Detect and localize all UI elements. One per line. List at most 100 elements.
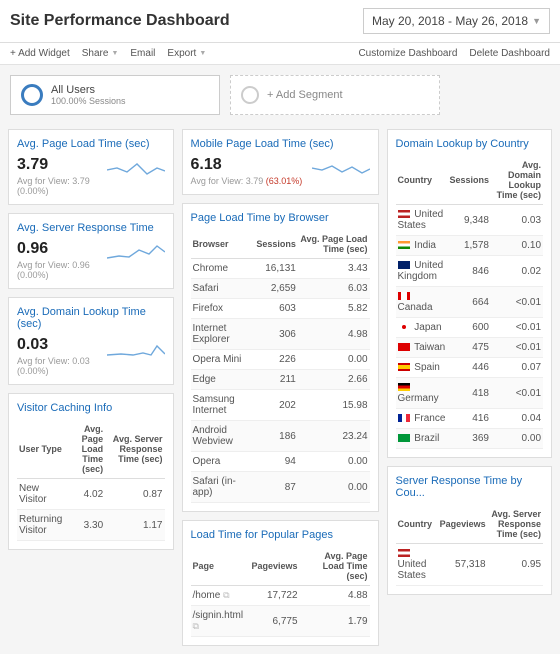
table-row[interactable]: Safari (in-app)870.00	[191, 472, 370, 503]
table-cell: 1,578	[447, 236, 491, 256]
table-cell: 0.00	[298, 472, 370, 503]
flag-icon	[398, 210, 410, 218]
table-cell: 0.03	[491, 205, 543, 236]
table-cell: 186	[254, 421, 298, 452]
table-cell: Opera	[191, 452, 255, 472]
table-row[interactable]: Japan600<0.01	[396, 318, 544, 338]
flag-icon	[398, 549, 410, 557]
col-header[interactable]: Sessions	[447, 156, 491, 205]
table-row[interactable]: Android Webview18623.24	[191, 421, 370, 452]
widget-title[interactable]: Avg. Server Response Time	[17, 222, 165, 234]
col-header[interactable]: Country	[396, 505, 438, 544]
table-cell: 0.00	[298, 350, 370, 370]
table-cell: France	[396, 409, 448, 429]
table-cell: Spain	[396, 358, 448, 378]
col-header[interactable]: Browser	[191, 230, 255, 259]
col-header[interactable]: Pageviews	[250, 547, 300, 586]
table-row[interactable]: Samsung Internet20215.98	[191, 390, 370, 421]
add-segment-button[interactable]: + Add Segment	[230, 75, 440, 115]
widget-title[interactable]: Page Load Time by Browser	[191, 212, 370, 224]
export-button[interactable]: Export▼	[167, 48, 206, 59]
table-row[interactable]: United States9,3480.03	[396, 205, 544, 236]
col-header[interactable]: Page	[191, 547, 250, 586]
table-cell: 3.43	[298, 259, 370, 279]
kpi-subtext: Avg for View: 3.79 (0.00%)	[17, 176, 165, 196]
table-cell: <0.01	[491, 287, 543, 318]
table-cell: New Visitor	[17, 479, 68, 510]
table-cell: 2.66	[298, 370, 370, 390]
share-button[interactable]: Share▼	[82, 48, 119, 59]
col-header[interactable]: Avg. Domain Lookup Time (sec)	[491, 156, 543, 205]
table-cell: 0.95	[488, 544, 543, 586]
table-cell: Samsung Internet	[191, 390, 255, 421]
table-cell: United States	[396, 205, 448, 236]
widget-title[interactable]: Server Response Time by Cou...	[396, 475, 544, 499]
table-cell: 57,318	[438, 544, 488, 586]
widget-title[interactable]: Avg. Domain Lookup Time (sec)	[17, 306, 165, 330]
segment-circle-icon	[241, 86, 259, 104]
col-header[interactable]: User Type	[17, 420, 68, 479]
visitor-table: User Type Avg. Page Load Time (sec) Avg.…	[17, 420, 165, 541]
widget-title[interactable]: Load Time for Popular Pages	[191, 529, 370, 541]
widget-title[interactable]: Domain Lookup by Country	[396, 138, 544, 150]
col-header[interactable]: Avg. Page Load Time (sec)	[68, 420, 105, 479]
col-header[interactable]: Country	[396, 156, 448, 205]
table-cell: Safari (in-app)	[191, 472, 255, 503]
table-row[interactable]: Opera940.00	[191, 452, 370, 472]
table-cell: Canada	[396, 287, 448, 318]
table-cell: Brazil	[396, 429, 448, 449]
external-link-icon[interactable]: ⧉	[223, 590, 229, 600]
widget-avg-domain-lookup: Avg. Domain Lookup Time (sec) 0.03 Avg f…	[8, 297, 174, 385]
table-row[interactable]: /signin.html ⧉6,7751.79	[191, 606, 370, 637]
col-header[interactable]: Pageviews	[438, 505, 488, 544]
kpi-subtext: Avg for View: 0.96 (0.00%)	[17, 260, 165, 280]
col-header[interactable]: Sessions	[254, 230, 298, 259]
table-row[interactable]: Taiwan475<0.01	[396, 338, 544, 358]
flag-icon	[398, 434, 410, 442]
add-widget-button[interactable]: + Add Widget	[10, 48, 70, 59]
widget-title[interactable]: Visitor Caching Info	[17, 402, 165, 414]
table-row[interactable]: Germany418<0.01	[396, 378, 544, 409]
delete-dashboard-button[interactable]: Delete Dashboard	[469, 48, 550, 59]
widget-title[interactable]: Avg. Page Load Time (sec)	[17, 138, 165, 150]
srv-table: Country Pageviews Avg. Server Response T…	[396, 505, 544, 586]
table-cell: 0.00	[491, 429, 543, 449]
col-header[interactable]: Avg. Server Response Time (sec)	[488, 505, 543, 544]
table-row[interactable]: Brazil3690.00	[396, 429, 544, 449]
table-cell: 664	[447, 287, 491, 318]
flag-icon	[398, 383, 410, 391]
chevron-down-icon: ▼	[199, 50, 206, 57]
external-link-icon[interactable]: ⧉	[193, 621, 199, 631]
table-row[interactable]: United Kingdom8460.02	[396, 256, 544, 287]
segment-subtitle: 100.00% Sessions	[51, 96, 126, 106]
flag-icon	[398, 261, 410, 269]
table-row[interactable]: /home ⧉17,7224.88	[191, 586, 370, 606]
col-header[interactable]: Avg. Server Response Time (sec)	[105, 420, 164, 479]
date-range-picker[interactable]: May 20, 2018 - May 26, 2018 ▼	[363, 8, 550, 34]
table-row[interactable]: Edge2112.66	[191, 370, 370, 390]
table-row[interactable]: Canada664<0.01	[396, 287, 544, 318]
widget-domain-lookup-country: Domain Lookup by Country Country Session…	[387, 129, 553, 458]
table-cell: 23.24	[298, 421, 370, 452]
table-row[interactable]: Chrome16,1313.43	[191, 259, 370, 279]
customize-dashboard-button[interactable]: Customize Dashboard	[358, 48, 457, 59]
table-cell: 369	[447, 429, 491, 449]
table-row[interactable]: Returning Visitor3.301.17	[17, 510, 165, 541]
widget-mobile-page-load: Mobile Page Load Time (sec) 6.18 Avg for…	[182, 129, 379, 195]
table-row[interactable]: United States57,3180.95	[396, 544, 544, 586]
table-row[interactable]: Internet Explorer3064.98	[191, 319, 370, 350]
table-row[interactable]: Spain4460.07	[396, 358, 544, 378]
table-cell: 94	[254, 452, 298, 472]
segment-all-users[interactable]: All Users 100.00% Sessions	[10, 75, 220, 115]
col-header[interactable]: Avg. Page Load Time (sec)	[300, 547, 370, 586]
widget-title[interactable]: Mobile Page Load Time (sec)	[191, 138, 370, 150]
table-row[interactable]: India1,5780.10	[396, 236, 544, 256]
table-row[interactable]: Safari2,6596.03	[191, 279, 370, 299]
table-row[interactable]: Opera Mini2260.00	[191, 350, 370, 370]
table-row[interactable]: New Visitor4.020.87	[17, 479, 165, 510]
table-row[interactable]: France4160.04	[396, 409, 544, 429]
sparkline-icon	[107, 156, 165, 178]
table-row[interactable]: Firefox6035.82	[191, 299, 370, 319]
email-button[interactable]: Email	[130, 48, 155, 59]
col-header[interactable]: Avg. Page Load Time (sec)	[298, 230, 370, 259]
